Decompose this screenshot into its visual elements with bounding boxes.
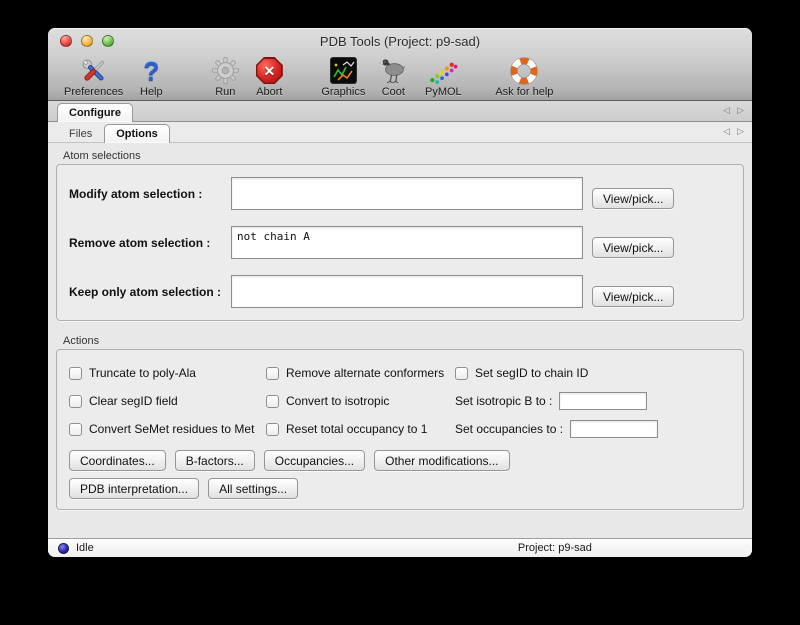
modify-selection-label: Modify atom selection : [69,187,231,201]
tools-icon [79,56,109,85]
other-modifications-button[interactable]: Other modifications... [374,450,509,471]
checkbox-remove-alternate-conformers[interactable]: Remove alternate conformers [266,366,455,380]
toolbar-button-graphics[interactable]: Graphics [321,56,365,98]
abort-octagon-icon: ✕ [256,56,283,85]
app-window: PDB Tools (Project: p9-sad) [48,28,752,557]
toolbar-label-run: Run [215,86,235,98]
tab-scroll-left-icon[interactable]: ◁ [723,126,730,137]
close-window-button[interactable] [60,35,72,47]
tab-scroll-right-icon[interactable]: ▷ [737,126,744,137]
keep-only-selection-row: Keep only atom selection : View/pick... [69,275,731,308]
status-text: Idle [76,542,94,554]
actions-group: Truncate to poly-Ala Remove alternate co… [56,349,744,510]
toolbar: Preferences ? Help [48,54,752,100]
window-title: PDB Tools (Project: p9-sad) [48,34,752,49]
toolbar-label-help: Help [140,86,163,98]
status-bar: Idle Project: p9-sad [48,538,752,557]
toolbar-button-pymol[interactable]: PyMOL [421,56,465,98]
all-settings-button[interactable]: All settings... [208,478,298,499]
traffic-lights [60,35,114,47]
tab-scroll-left-icon[interactable]: ◁ [723,105,730,116]
window-chrome: PDB Tools (Project: p9-sad) [48,28,752,101]
checkbox-box[interactable] [69,395,82,408]
toolbar-button-ask-for-help[interactable]: Ask for help [495,56,553,98]
checkbox-box[interactable] [455,367,468,380]
toolbar-label-pymol: PyMOL [425,86,462,98]
tab-bar-sub: Files Options ◁ ▷ [48,122,752,143]
set-occupancies-input[interactable] [570,420,658,438]
set-occupancies-row: Set occupancies to : [455,420,731,438]
modify-selection-row: Modify atom selection : View/pick... [69,177,731,210]
tab-configure[interactable]: Configure [57,103,133,122]
toolbar-button-run[interactable]: Run [203,56,247,98]
atom-selections-group: Modify atom selection : View/pick... Rem… [56,164,744,321]
question-mark-icon: ? [143,56,159,85]
toolbar-label-coot: Coot [382,86,405,98]
tab-scroll-right-icon[interactable]: ▷ [737,105,744,116]
actions-buttons-row-1: Coordinates... B-factors... Occupancies.… [69,450,731,471]
minimize-window-button[interactable] [81,35,93,47]
set-occupancies-label: Set occupancies to : [455,422,563,436]
pymol-ribbon-icon [428,56,458,85]
remove-selection-label: Remove atom selection : [69,236,231,250]
tab-bar-top: Configure ◁ ▷ [48,101,752,122]
toolbar-button-preferences[interactable]: Preferences [64,56,123,98]
actions-group-title: Actions [63,335,744,347]
toolbar-label-ask-for-help: Ask for help [495,86,553,98]
toolbar-button-help[interactable]: ? Help [129,56,173,98]
modify-selection-input[interactable] [231,177,583,210]
checkbox-box[interactable] [266,367,279,380]
toolbar-label-graphics: Graphics [321,86,365,98]
keep-only-selection-input[interactable] [231,275,583,308]
lifebuoy-icon [509,56,539,85]
b-factors-button[interactable]: B-factors... [175,450,255,471]
options-pane: Atom selections Modify atom selection : … [48,143,752,538]
remove-viewpick-button[interactable]: View/pick... [592,237,674,258]
checkbox-set-segid-to-chain-id[interactable]: Set segID to chain ID [455,366,731,380]
checkbox-box[interactable] [69,423,82,436]
checkbox-box[interactable] [266,423,279,436]
occupancies-button[interactable]: Occupancies... [264,450,365,471]
titlebar[interactable]: PDB Tools (Project: p9-sad) [48,28,752,54]
checkbox-truncate-poly-ala[interactable]: Truncate to poly-Ala [69,366,266,380]
molecule-graphics-icon [330,56,357,85]
remove-selection-row: Remove atom selection : not chain A View… [69,226,731,259]
set-isotropic-b-label: Set isotropic B to : [455,394,552,408]
checkbox-reset-total-occupancy[interactable]: Reset total occupancy to 1 [266,422,455,436]
zoom-window-button[interactable] [102,35,114,47]
keep-only-selection-label: Keep only atom selection : [69,285,231,299]
toolbar-label-abort: Abort [256,86,282,98]
atom-selections-group-title: Atom selections [63,150,744,162]
checkbox-convert-semet-to-met[interactable]: Convert SeMet residues to Met [69,422,266,436]
toolbar-label-preferences: Preferences [64,86,123,98]
tab-scroll-arrows-sub: ◁ ▷ [723,126,744,137]
toolbar-button-coot[interactable]: Coot [371,56,415,98]
project-label: Project: p9-sad [518,542,592,554]
checkbox-clear-segid-field[interactable]: Clear segID field [69,394,266,408]
actions-grid: Truncate to poly-Ala Remove alternate co… [69,359,731,443]
set-isotropic-b-row: Set isotropic B to : [455,392,731,410]
pdb-interpretation-button[interactable]: PDB interpretation... [69,478,199,499]
keep-only-viewpick-button[interactable]: View/pick... [592,286,674,307]
checkbox-box[interactable] [266,395,279,408]
tab-options[interactable]: Options [104,124,170,143]
actions-buttons-row-2: PDB interpretation... All settings... [69,478,731,499]
gear-icon [211,56,240,85]
coordinates-button[interactable]: Coordinates... [69,450,166,471]
remove-selection-input[interactable]: not chain A [231,226,583,259]
tab-scroll-arrows-top: ◁ ▷ [723,105,744,116]
checkbox-convert-to-isotropic[interactable]: Convert to isotropic [266,394,455,408]
modify-viewpick-button[interactable]: View/pick... [592,188,674,209]
checkbox-box[interactable] [69,367,82,380]
set-isotropic-b-input[interactable] [559,392,647,410]
toolbar-button-abort[interactable]: ✕ Abort [247,56,291,98]
status-indicator-icon [58,543,69,554]
coot-bird-icon [377,56,409,85]
tab-files[interactable]: Files [57,124,104,143]
